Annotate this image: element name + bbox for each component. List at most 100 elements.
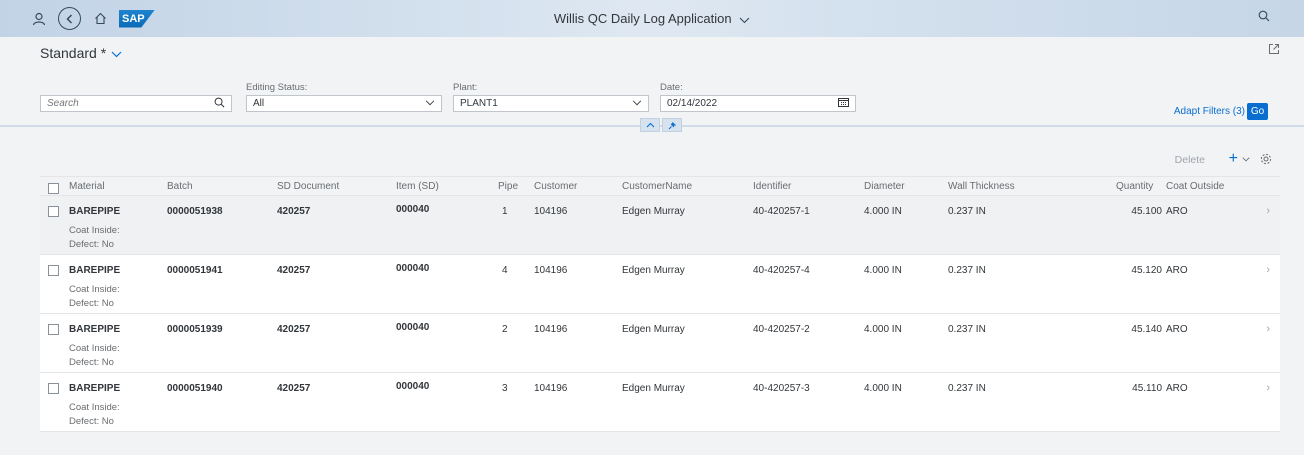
plant-select[interactable]: PLANT1	[453, 95, 649, 112]
col-customer[interactable]: Customer	[534, 181, 577, 192]
delete-button[interactable]: Delete	[1175, 154, 1205, 166]
cell-batch: 0000051938	[167, 206, 223, 217]
editing-status-value: All	[253, 98, 265, 109]
col-pipe[interactable]: Pipe	[498, 181, 518, 192]
cell-wall-thickness: 0.237 IN	[948, 265, 986, 276]
cell-sd-document: 420257	[277, 383, 311, 394]
col-batch[interactable]: Batch	[167, 181, 193, 192]
cell-material: BAREPIPE	[69, 265, 121, 276]
cell-customer: 104196	[534, 206, 568, 217]
cell-material: BAREPIPE	[69, 383, 121, 394]
cell-customer: 104196	[534, 324, 568, 335]
col-coat-outside[interactable]: Coat Outside	[1166, 181, 1224, 192]
chevron-down-icon[interactable]	[1242, 153, 1250, 165]
row-checkbox[interactable]	[48, 383, 59, 394]
pin-icon[interactable]	[662, 118, 682, 132]
cell-wall-thickness: 0.237 IN	[948, 383, 986, 394]
cell-coat-inside: Coat Inside:	[69, 402, 120, 413]
cell-defect: Defect: No	[69, 239, 114, 250]
table-row[interactable]: BAREPIPE 0000051941 420257 000040 4 1041…	[40, 255, 1280, 314]
editing-status-label: Editing Status:	[246, 82, 308, 93]
header-collapse-controls	[640, 118, 682, 132]
cell-coat-inside: Coat Inside:	[69, 343, 120, 354]
cell-customer-name: Edgen Murray	[622, 265, 685, 276]
col-quantity[interactable]: Quantity	[1116, 181, 1153, 192]
chevron-right-icon[interactable]: ›	[1266, 382, 1270, 394]
cell-identifier: 40-420257-3	[753, 383, 810, 394]
cell-item-sd: 000040	[396, 381, 430, 392]
search-input[interactable]: Search	[40, 95, 232, 112]
cell-diameter: 4.000 IN	[864, 265, 902, 276]
collapse-header-icon[interactable]	[640, 118, 660, 132]
cell-customer: 104196	[534, 383, 568, 394]
chevron-down-icon	[111, 45, 122, 61]
chevron-down-icon	[739, 12, 750, 27]
col-material[interactable]: Material	[69, 181, 105, 192]
cell-quantity: 45.120	[1131, 265, 1162, 276]
cell-defect: Defect: No	[69, 298, 114, 309]
cell-quantity: 45.110	[1132, 383, 1162, 394]
settings-gear-icon[interactable]	[1260, 153, 1272, 168]
calendar-icon[interactable]	[838, 97, 849, 110]
table-row[interactable]: BAREPIPE 0000051938 420257 000040 1 1041…	[40, 196, 1280, 255]
cell-coat-outside: ARO	[1166, 265, 1188, 276]
cell-material: BAREPIPE	[69, 324, 121, 335]
row-checkbox[interactable]	[48, 324, 59, 335]
cell-material: BAREPIPE	[69, 206, 121, 217]
cell-coat-outside: ARO	[1166, 206, 1188, 217]
cell-coat-inside: Coat Inside:	[69, 284, 120, 295]
chevron-right-icon[interactable]: ›	[1266, 205, 1270, 217]
chevron-right-icon[interactable]: ›	[1266, 323, 1270, 335]
row-checkbox[interactable]	[48, 265, 59, 276]
cell-diameter: 4.000 IN	[864, 324, 902, 335]
cell-defect: Defect: No	[69, 357, 114, 368]
cell-customer-name: Edgen Murray	[622, 324, 685, 335]
cell-diameter: 4.000 IN	[864, 383, 902, 394]
col-sd-document[interactable]: SD Document	[277, 181, 339, 192]
editing-status-select[interactable]: All	[246, 95, 442, 112]
variant-selector[interactable]: Standard *	[40, 45, 122, 61]
col-identifier[interactable]: Identifier	[753, 181, 791, 192]
search-icon[interactable]	[1258, 10, 1270, 25]
adapt-filters-button[interactable]: Adapt Filters (3)	[1174, 106, 1245, 117]
date-picker[interactable]: 02/14/2022	[660, 95, 856, 112]
col-customer-name[interactable]: CustomerName	[622, 181, 692, 192]
variant-label: Standard *	[40, 45, 107, 61]
row-checkbox[interactable]	[48, 206, 59, 217]
cell-pipe: 1	[502, 206, 508, 217]
go-button[interactable]: Go	[1247, 103, 1268, 120]
share-icon[interactable]	[1268, 43, 1280, 58]
date-value: 02/14/2022	[667, 98, 718, 109]
cell-batch: 0000051941	[167, 265, 223, 276]
cell-customer: 104196	[534, 265, 568, 276]
app-title: Willis QC Daily Log Application	[553, 11, 732, 26]
plant-value: PLANT1	[460, 98, 498, 109]
cell-coat-inside: Coat Inside:	[69, 225, 120, 236]
cell-item-sd: 000040	[396, 322, 430, 333]
cell-sd-document: 420257	[277, 206, 311, 217]
cell-pipe: 3	[502, 383, 508, 394]
cell-item-sd: 000040	[396, 204, 430, 215]
cell-batch: 0000051940	[167, 383, 223, 394]
table-toolbar: Delete +	[40, 150, 1280, 170]
table-header: Material Batch SD Document Item (SD) Pip…	[40, 176, 1280, 196]
col-wall-thickness[interactable]: Wall Thickness	[948, 181, 1015, 192]
chevron-down-icon	[425, 98, 435, 109]
add-icon[interactable]: +	[1229, 150, 1238, 168]
cell-sd-document: 420257	[277, 265, 311, 276]
cell-quantity: 45.140	[1131, 324, 1162, 335]
results-table: Material Batch SD Document Item (SD) Pip…	[40, 176, 1280, 432]
table-row[interactable]: BAREPIPE 0000051939 420257 000040 2 1041…	[40, 314, 1280, 373]
cell-wall-thickness: 0.237 IN	[948, 324, 986, 335]
col-item-sd[interactable]: Item (SD)	[396, 181, 439, 192]
cell-pipe: 2	[502, 324, 508, 335]
chevron-right-icon[interactable]: ›	[1266, 264, 1270, 276]
app-title-menu[interactable]: Willis QC Daily Log Application	[0, 11, 1304, 27]
shell-bar: SAP Willis QC Daily Log Application	[0, 0, 1304, 37]
filter-header: Standard * Search Editing Status: All Pl…	[0, 37, 1304, 125]
cell-batch: 0000051939	[167, 324, 223, 335]
col-diameter[interactable]: Diameter	[864, 181, 905, 192]
select-all-checkbox[interactable]	[48, 183, 59, 194]
table-row[interactable]: BAREPIPE 0000051940 420257 000040 3 1041…	[40, 373, 1280, 432]
cell-coat-outside: ARO	[1166, 383, 1188, 394]
